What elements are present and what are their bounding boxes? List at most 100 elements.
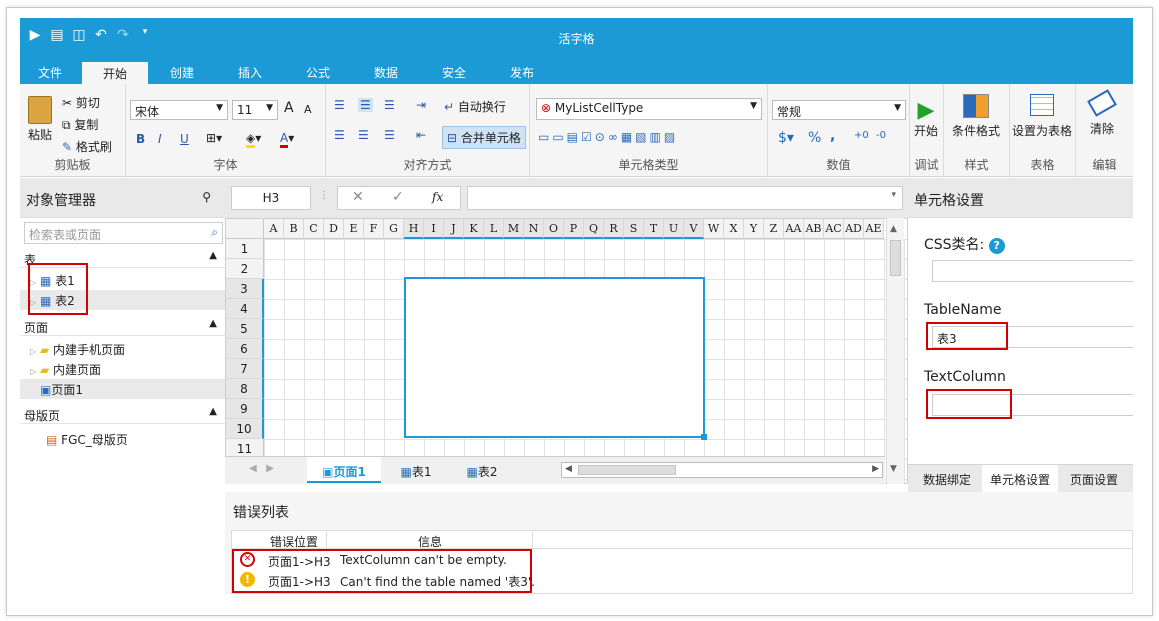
column-header[interactable]: U	[664, 219, 684, 239]
column-header[interactable]: S	[624, 219, 644, 239]
column-header[interactable]: O	[544, 219, 564, 239]
tree-item-page1[interactable]: ▣页面1	[20, 379, 225, 399]
column-header[interactable]: H	[404, 219, 424, 239]
align-bottom-icon[interactable]: ☰	[384, 98, 395, 112]
tab-formula[interactable]: 公式	[306, 64, 330, 81]
column-header[interactable]: R	[604, 219, 624, 239]
celltype-gallery[interactable]: ▭▭▤☑⊙∞▦▧▥▨	[538, 130, 678, 144]
column-header[interactable]: T	[644, 219, 664, 239]
cancel-icon[interactable]: ✕	[352, 189, 364, 205]
fill-handle[interactable]	[701, 434, 707, 440]
row-header[interactable]: 9	[226, 399, 264, 419]
tab-data-binding[interactable]: 数据绑定	[916, 471, 978, 488]
search-icon[interactable]: ⌕	[211, 225, 218, 240]
underline-button[interactable]: U	[180, 132, 189, 146]
column-header[interactable]: M	[504, 219, 524, 239]
tab-home[interactable]: 开始	[82, 62, 148, 84]
master-section-header[interactable]: 母版页 ▲	[20, 404, 225, 424]
tab-cell-settings[interactable]: 单元格设置	[982, 465, 1058, 493]
row-header[interactable]: 1	[226, 239, 264, 259]
indent-icon[interactable]: ⇥	[416, 98, 426, 112]
set-as-table-button[interactable]: 设置为表格	[1012, 94, 1072, 139]
pages-section-header[interactable]: 页面 ▲	[20, 316, 225, 336]
column-header[interactable]: L	[484, 219, 504, 239]
column-header[interactable]: K	[464, 219, 484, 239]
hscroll-thumb[interactable]	[578, 465, 676, 475]
column-header[interactable]: Q	[584, 219, 604, 239]
spreadsheet-grid[interactable]: A B C D E F G H I J K L M N O P Q R S T U V W X Y Z AA AB AC AD AE 123…	[225, 218, 908, 484]
column-header[interactable]: V	[684, 219, 704, 239]
format-painter-button[interactable]: ✎ 格式刷	[62, 138, 112, 155]
column-header[interactable]: E	[344, 219, 364, 239]
column-header[interactable]: F	[364, 219, 384, 239]
pin-icon[interactable]: ⚲	[202, 190, 211, 204]
align-right-icon[interactable]: ☰	[384, 128, 395, 142]
fill-color-button[interactable]: ◈▾	[246, 131, 261, 148]
column-header[interactable]: D	[324, 219, 344, 239]
tree-item-builtin-pages[interactable]: ▷ ▰ 内建页面	[30, 361, 101, 378]
clear-button[interactable]: 清除	[1087, 89, 1117, 137]
column-header[interactable]: C	[304, 219, 324, 239]
selected-range[interactable]	[404, 277, 705, 438]
sheet-tab-table2[interactable]: ▦表2	[451, 457, 513, 483]
column-header[interactable]: N	[524, 219, 544, 239]
number-format-select[interactable]: 常规 ▼	[772, 100, 906, 120]
comma-button[interactable]: ,	[830, 128, 835, 144]
row-header[interactable]: 7	[226, 359, 264, 379]
column-header[interactable]: B	[284, 219, 304, 239]
border-button[interactable]: ⊞▾	[206, 131, 222, 145]
expand-formula-icon[interactable]: ▾	[891, 190, 896, 200]
confirm-icon[interactable]: ✓	[392, 189, 404, 205]
column-header[interactable]: J	[444, 219, 464, 239]
conditional-format-button[interactable]: 条件格式	[952, 94, 1000, 139]
scroll-up-icon[interactable]: ▲	[890, 224, 897, 234]
increase-decimal-icon[interactable]: +0	[854, 130, 869, 141]
font-color-button[interactable]: A▾	[280, 131, 294, 148]
vertical-scrollbar[interactable]: ▲ ▼	[886, 218, 904, 484]
horizontal-scrollbar[interactable]: ◀ ▶	[561, 462, 883, 478]
tab-prev-icon[interactable]: ◀ ▶	[249, 463, 274, 474]
sheet-tab-page1[interactable]: ▣页面1	[307, 457, 381, 483]
help-icon[interactable]: ?	[988, 238, 1005, 254]
column-header[interactable]: P	[564, 219, 584, 239]
search-input[interactable]: 检索表或页面 ⌕	[24, 222, 223, 244]
function-icon[interactable]: fx	[432, 190, 443, 204]
row-header[interactable]: 10	[226, 419, 264, 439]
tab-file[interactable]: 文件	[38, 64, 62, 81]
row-header[interactable]: 3	[226, 279, 264, 299]
tab-page-settings[interactable]: 页面设置	[1062, 471, 1126, 488]
align-center-icon[interactable]: ☰	[358, 128, 369, 142]
column-header[interactable]: X	[724, 219, 744, 239]
css-class-input[interactable]	[932, 260, 1133, 282]
formula-input[interactable]: ▾	[467, 186, 903, 210]
column-header[interactable]: G	[384, 219, 404, 239]
column-header[interactable]: Y	[744, 219, 764, 239]
tab-insert[interactable]: 插入	[238, 64, 262, 81]
align-left-icon[interactable]: ☰	[334, 128, 345, 142]
tree-item-master[interactable]: ▤ FGC_母版页	[46, 431, 128, 448]
column-header[interactable]: I	[424, 219, 444, 239]
bold-button[interactable]: B	[136, 132, 145, 146]
column-header[interactable]: W	[704, 219, 724, 239]
column-header[interactable]: A	[264, 219, 284, 239]
cell-reference-box[interactable]: H3	[231, 186, 311, 210]
align-top-icon[interactable]: ☰	[334, 98, 345, 112]
italic-button[interactable]: I	[158, 132, 162, 146]
tab-security[interactable]: 安全	[442, 64, 466, 81]
scroll-down-icon[interactable]: ▼	[890, 464, 897, 474]
currency-button[interactable]: $▾	[778, 130, 794, 146]
paste-button[interactable]: 粘贴	[28, 96, 52, 143]
column-header[interactable]: AA	[784, 219, 804, 239]
column-header[interactable]: AD	[844, 219, 864, 239]
tab-data[interactable]: 数据	[374, 64, 398, 81]
row-header[interactable]: 8	[226, 379, 264, 399]
tab-publish[interactable]: 发布	[510, 64, 534, 81]
column-header[interactable]: Z	[764, 219, 784, 239]
copy-button[interactable]: ⧉ 复制	[62, 116, 98, 133]
select-all-corner[interactable]	[226, 219, 264, 239]
grow-font-button[interactable]: A	[284, 100, 294, 116]
align-middle-icon[interactable]: ☰	[358, 98, 373, 112]
decrease-decimal-icon[interactable]: -0	[876, 130, 886, 141]
cut-button[interactable]: ✂ 剪切	[62, 94, 100, 111]
scroll-thumb[interactable]	[890, 240, 901, 276]
